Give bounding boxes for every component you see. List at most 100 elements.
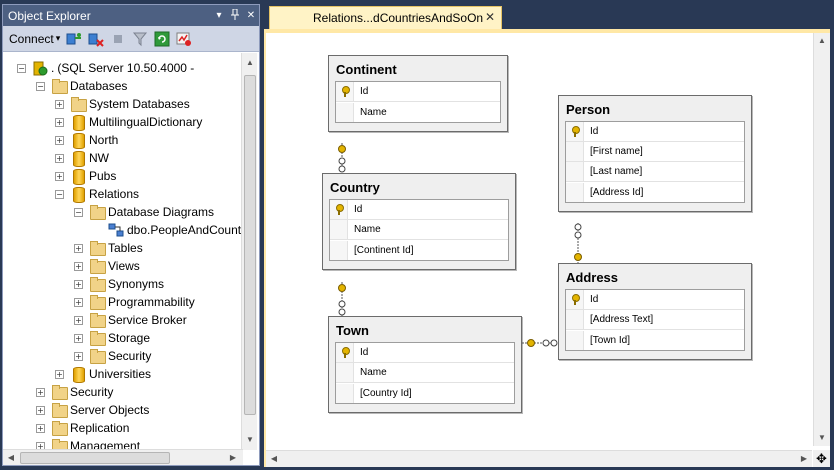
server-icon xyxy=(32,60,48,76)
scroll-up-icon[interactable]: ▲ xyxy=(814,33,830,49)
relationship-connector[interactable] xyxy=(574,223,582,263)
tree-node-label: Service Broker xyxy=(108,313,187,327)
tree-node-label: Server Objects xyxy=(70,403,150,417)
tree-node-label: Databases xyxy=(70,79,128,93)
expand-icon[interactable]: + xyxy=(74,351,83,361)
scrollbar-thumb[interactable] xyxy=(244,75,256,415)
document-tabstrip: Relations...dCountriesAndSoOn ✕ xyxy=(264,4,834,29)
expand-icon[interactable]: + xyxy=(55,171,64,181)
scrollbar-thumb[interactable] xyxy=(20,452,170,464)
collapse-icon[interactable]: − xyxy=(74,207,83,217)
folder-icon xyxy=(51,384,68,400)
diagram-vertical-scrollbar[interactable]: ▲ ▼ xyxy=(813,33,830,446)
database-icon xyxy=(70,132,86,149)
expand-icon[interactable]: + xyxy=(74,243,83,253)
tree-node[interactable]: dbo.PeopleAndCount xyxy=(93,221,241,239)
expand-icon[interactable]: + xyxy=(74,315,83,325)
tree-node[interactable]: − Databases xyxy=(36,77,127,95)
connect-button[interactable]: Connect ▾ xyxy=(9,32,60,46)
tree-node[interactable]: −. (SQL Server 10.50.4000 - xyxy=(17,59,194,77)
expand-icon[interactable]: + xyxy=(36,405,45,415)
object-explorer-title: Object Explorer xyxy=(8,8,91,23)
pin-icon[interactable] xyxy=(227,8,243,23)
tree-node-label: MultilingualDictionary xyxy=(89,115,203,129)
tree-node[interactable]: + Service Broker xyxy=(74,311,187,329)
tree-node[interactable]: − Database Diagrams xyxy=(74,203,214,221)
scroll-left-icon[interactable]: ◀ xyxy=(266,451,282,467)
filter-icon[interactable] xyxy=(132,31,148,47)
expand-icon[interactable]: + xyxy=(74,261,83,271)
tree-node[interactable]: + Pubs xyxy=(55,167,116,185)
expand-icon[interactable]: + xyxy=(55,99,64,109)
expand-icon[interactable]: + xyxy=(36,423,45,433)
tree-node[interactable]: + Server Objects xyxy=(36,401,149,419)
collapse-icon[interactable]: − xyxy=(55,189,64,199)
tree-node[interactable]: + Security xyxy=(74,347,151,365)
pan-icon[interactable]: ✥ xyxy=(813,450,830,467)
scroll-up-icon[interactable]: ▲ xyxy=(242,55,258,71)
tree-node-label: Security xyxy=(108,349,152,363)
object-explorer-tree: −. (SQL Server 10.50.4000 - − Databases + Sy… xyxy=(3,53,243,450)
folder-icon xyxy=(51,78,68,94)
relationship-connector[interactable] xyxy=(338,143,346,173)
collapse-icon[interactable]: − xyxy=(36,81,45,91)
stop-icon[interactable] xyxy=(110,31,126,47)
tree-node[interactable]: − Relations xyxy=(55,185,139,203)
expand-icon[interactable]: + xyxy=(36,387,45,397)
scroll-left-icon[interactable]: ◀ xyxy=(3,450,19,466)
relationship-connector[interactable] xyxy=(338,282,346,316)
disconnect-icon[interactable] xyxy=(88,31,104,47)
tree-node[interactable]: + Security xyxy=(36,383,113,401)
refresh-icon[interactable] xyxy=(154,31,170,47)
expand-icon[interactable]: + xyxy=(55,117,64,127)
tree-node-label: System Databases xyxy=(89,97,190,111)
tree-node-label: dbo.PeopleAndCount xyxy=(127,223,242,237)
tree-node-label: Replication xyxy=(70,421,130,435)
folder-icon xyxy=(51,420,68,436)
tree-horizontal-scrollbar[interactable]: ◀ ▶ xyxy=(3,449,243,465)
object-explorer-titlebar: Object Explorer ▾ ✕ xyxy=(3,5,259,26)
diagram-document: Relations...dCountriesAndSoOn ✕ Continen… xyxy=(264,4,834,470)
scroll-right-icon[interactable]: ▶ xyxy=(796,451,812,467)
expand-icon[interactable]: + xyxy=(55,369,64,379)
activity-monitor-icon[interactable] xyxy=(176,31,192,47)
tree-node[interactable]: + Tables xyxy=(74,239,143,257)
tree-vertical-scrollbar[interactable]: ▲ ▼ xyxy=(241,53,257,450)
tree-node[interactable]: + System Databases xyxy=(55,95,190,113)
expand-icon[interactable]: + xyxy=(74,297,83,307)
tree-node[interactable]: + Synonyms xyxy=(74,275,164,293)
tree-node[interactable]: + NW xyxy=(55,149,109,167)
tab-diagram[interactable]: Relations...dCountriesAndSoOn ✕ xyxy=(269,6,502,29)
tree-node[interactable]: + Storage xyxy=(74,329,150,347)
tree-node[interactable]: + North xyxy=(55,131,118,149)
tab-label: Relations...dCountriesAndSoOn xyxy=(313,11,484,25)
expand-icon[interactable]: + xyxy=(74,333,83,343)
tree-node[interactable]: + Universities xyxy=(55,365,151,383)
database-icon xyxy=(70,366,86,383)
window-position-dropdown-icon[interactable]: ▾ xyxy=(211,10,227,21)
tab-close-icon[interactable]: ✕ xyxy=(485,10,495,24)
scroll-down-icon[interactable]: ▼ xyxy=(242,432,258,448)
tree-node[interactable]: + Replication xyxy=(36,419,129,437)
connect-object-explorer-icon[interactable] xyxy=(66,31,82,47)
collapse-icon[interactable]: − xyxy=(17,63,26,73)
expand-icon[interactable]: + xyxy=(55,135,64,145)
expand-icon[interactable]: + xyxy=(74,279,83,289)
tree-node[interactable]: + Views xyxy=(74,257,140,275)
diagram-icon xyxy=(108,222,124,238)
tree-node[interactable]: + MultilingualDictionary xyxy=(55,113,202,131)
relationship-connector[interactable] xyxy=(522,339,558,347)
expand-icon[interactable]: + xyxy=(55,153,64,163)
object-explorer-toolbar: Connect ▾ xyxy=(3,26,259,52)
tree-node-label: Relations xyxy=(89,187,140,201)
tree-node[interactable]: + Programmability xyxy=(74,293,195,311)
tree-node-label: Database Diagrams xyxy=(108,205,215,219)
diagram-horizontal-scrollbar[interactable]: ◀ ▶ xyxy=(266,450,812,467)
diagram-canvas-area: Continent Id Name Country Id Name [Continent I… xyxy=(264,29,830,467)
close-icon[interactable]: ✕ xyxy=(243,10,259,21)
scroll-down-icon[interactable]: ▼ xyxy=(814,430,830,446)
tree-node-label: (SQL Server 10.50.4000 - xyxy=(57,61,195,75)
scroll-right-icon[interactable]: ▶ xyxy=(225,450,241,466)
tree-node-label: Pubs xyxy=(89,169,117,183)
diagram-canvas[interactable]: Continent Id Name Country Id Name [Continent I… xyxy=(266,33,812,446)
